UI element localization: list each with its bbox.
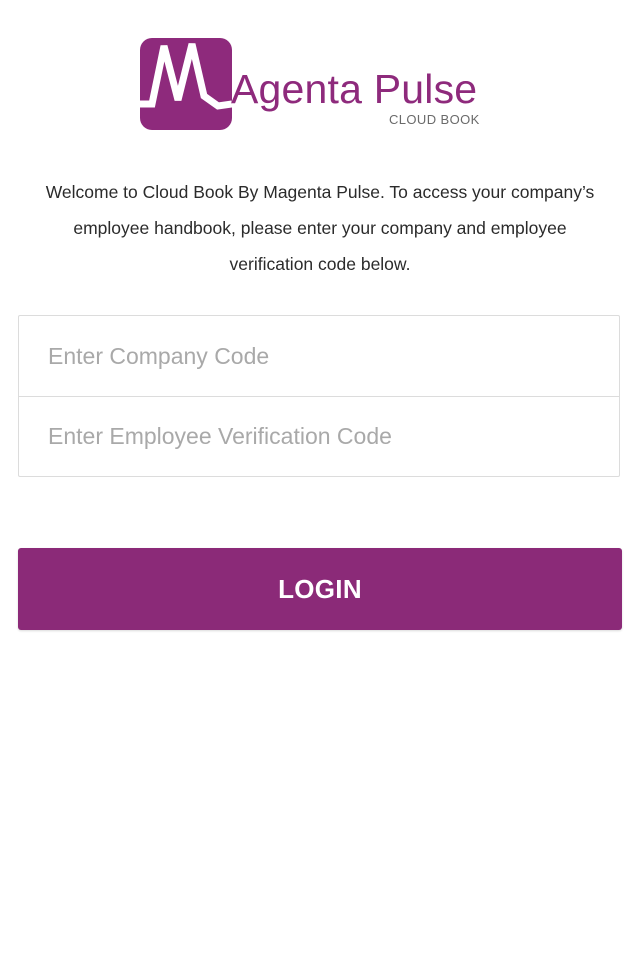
company-code-input[interactable] [19,316,619,396]
employee-verification-code-input[interactable] [19,396,619,476]
brand-subtitle: CLOUD BOOK [389,112,480,127]
login-form [18,315,620,477]
welcome-message: Welcome to Cloud Book By Magenta Pulse. … [45,182,595,274]
login-button[interactable]: LOGIN [18,548,622,630]
brand-logo: Agenta Pulse CLOUD BOOK [140,38,510,132]
brand-name: Agenta Pulse [231,66,478,112]
magenta-m-pulse-icon [140,38,232,130]
